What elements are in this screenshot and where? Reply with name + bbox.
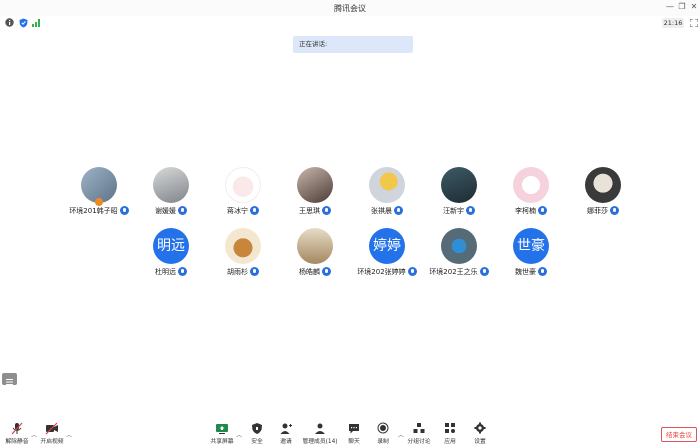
meeting-info-row bbox=[0, 16, 700, 30]
avatar: 明远 bbox=[153, 228, 189, 264]
list-icon bbox=[6, 379, 13, 385]
camera-off-icon bbox=[45, 422, 58, 435]
participant-tile[interactable]: 张祺晨 bbox=[347, 167, 427, 227]
participant-name: 魏世豪 bbox=[515, 268, 536, 276]
meeting-timer: 21:16 bbox=[662, 18, 684, 28]
gear-icon bbox=[474, 422, 486, 434]
participant-name: 李柯楠 bbox=[515, 207, 536, 215]
participant-name: 蒋冰宁 bbox=[227, 207, 248, 215]
record-button[interactable]: 录制 bbox=[363, 422, 403, 445]
mic-icon bbox=[250, 206, 259, 215]
avatar bbox=[441, 167, 477, 203]
participant-tile[interactable]: 环境202王之乐 bbox=[419, 228, 499, 288]
participant-name: 杜明远 bbox=[155, 268, 176, 276]
avatar bbox=[441, 228, 477, 264]
avatar bbox=[513, 167, 549, 203]
mic-icon bbox=[119, 206, 129, 215]
close-icon[interactable]: ✕ bbox=[689, 2, 699, 11]
shield-icon[interactable] bbox=[19, 18, 28, 28]
host-badge-icon bbox=[95, 198, 103, 206]
mic-icon bbox=[250, 267, 259, 276]
avatar bbox=[369, 167, 405, 203]
members-icon bbox=[315, 423, 325, 434]
participant-tile[interactable]: 汪新宇 bbox=[419, 167, 499, 227]
participant-name: 谢媛媛 bbox=[155, 207, 176, 215]
maximize-icon[interactable]: ❐ bbox=[677, 2, 687, 11]
participant-tile[interactable]: 杨皓麟 bbox=[275, 228, 355, 288]
avatar: 世豪 bbox=[513, 228, 549, 264]
participant-tile[interactable]: 李柯楠 bbox=[491, 167, 571, 227]
participant-name: 环境202张婷婷 bbox=[357, 268, 406, 276]
signal-icon[interactable] bbox=[32, 18, 41, 27]
participant-name: 王思琪 bbox=[299, 207, 320, 215]
participant-name: 胡雨杉 bbox=[227, 268, 248, 276]
participant-tile[interactable]: 明远 杜明远 bbox=[131, 228, 211, 288]
chat-icon bbox=[349, 424, 359, 434]
participant-tile[interactable]: 胡雨杉 bbox=[203, 228, 283, 288]
mic-icon bbox=[407, 267, 417, 276]
participant-tile[interactable]: 环境201韩子昭 bbox=[59, 167, 139, 227]
participant-name: 杨皓麟 bbox=[299, 268, 320, 276]
avatar bbox=[225, 167, 261, 203]
avatar bbox=[153, 167, 189, 203]
record-icon bbox=[377, 422, 389, 434]
title-bar: 腾讯会议 — ❐ ✕ bbox=[0, 0, 700, 16]
avatar bbox=[297, 228, 333, 264]
participant-tile[interactable]: 王思琪 bbox=[275, 167, 355, 227]
minimize-icon[interactable]: — bbox=[665, 2, 675, 11]
participant-tile[interactable]: 蒋冰宁 bbox=[203, 167, 283, 227]
shield-icon bbox=[252, 423, 262, 434]
share-screen-icon bbox=[216, 424, 228, 434]
add-user-icon bbox=[280, 423, 292, 434]
fullscreen-icon[interactable] bbox=[690, 19, 698, 27]
chevron-up-icon[interactable]: ︿ bbox=[66, 430, 72, 439]
avatar bbox=[225, 228, 261, 264]
mic-icon bbox=[178, 206, 187, 215]
participant-name: 娜菲莎 bbox=[587, 207, 608, 215]
breakout-icon bbox=[413, 423, 425, 433]
mic-icon bbox=[322, 267, 331, 276]
participant-name: 汪新宇 bbox=[443, 207, 464, 215]
participant-name: 环境202王之乐 bbox=[429, 268, 478, 276]
window-title: 腾讯会议 bbox=[334, 4, 366, 13]
mic-icon bbox=[178, 267, 187, 276]
avatar bbox=[297, 167, 333, 203]
mic-icon bbox=[394, 206, 403, 215]
info-icon[interactable] bbox=[5, 18, 14, 27]
participant-tile[interactable]: 娜菲莎 bbox=[563, 167, 643, 227]
mic-icon bbox=[538, 267, 547, 276]
apps-icon bbox=[445, 423, 455, 433]
mic-icon bbox=[538, 206, 547, 215]
list-toggle-button[interactable] bbox=[2, 373, 17, 385]
mic-icon bbox=[322, 206, 331, 215]
mic-icon bbox=[466, 206, 475, 215]
participant-name: 环境201韩子昭 bbox=[69, 207, 118, 215]
participant-tile[interactable]: 世豪 魏世豪 bbox=[491, 228, 571, 288]
participant-name: 张祺晨 bbox=[371, 207, 392, 215]
end-meeting-button[interactable]: 结束会议 bbox=[661, 427, 697, 442]
avatar bbox=[585, 167, 621, 203]
settings-button[interactable]: 设置 bbox=[460, 422, 500, 445]
mic-icon bbox=[479, 267, 489, 276]
participant-tile[interactable]: 婷婷 环境202张婷婷 bbox=[347, 228, 427, 288]
mic-icon bbox=[610, 206, 619, 215]
participant-tile[interactable]: 谢媛媛 bbox=[131, 167, 211, 227]
mic-muted-icon bbox=[11, 422, 23, 435]
speaking-indicator: 正在讲话: bbox=[293, 36, 413, 53]
avatar: 婷婷 bbox=[369, 228, 405, 264]
